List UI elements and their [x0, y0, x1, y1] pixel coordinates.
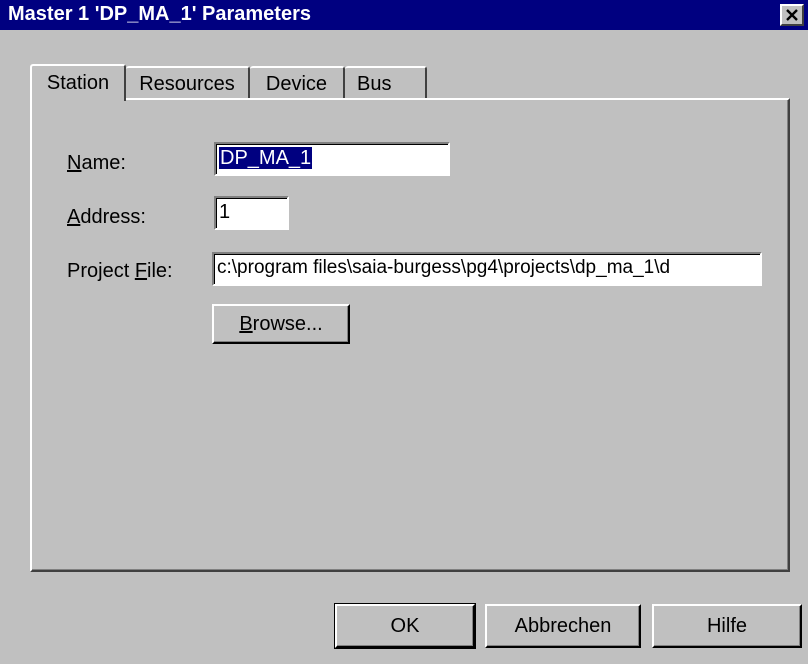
- window-title: Master 1 'DP_MA_1' Parameters: [8, 3, 311, 25]
- address-value: 1: [219, 201, 231, 223]
- station-tab-panel: Name: DP_MA_1 Address: 1 Project File: c…: [30, 98, 790, 572]
- close-icon: [786, 9, 798, 21]
- ok-label: OK: [390, 614, 420, 637]
- browse-label: Browse...: [239, 312, 323, 335]
- project-file-value: c:\program files\saia-burgess\pg4\projec…: [217, 257, 671, 278]
- tab-station-label: Station: [46, 72, 110, 94]
- tab-bus[interactable]: Bus: [345, 66, 427, 100]
- name-label: Name:: [67, 152, 126, 174]
- tab-resources-label: Resources: [139, 72, 235, 95]
- name-value: DP_MA_1: [219, 147, 313, 169]
- close-button[interactable]: [780, 4, 804, 26]
- tab-station[interactable]: Station: [30, 64, 126, 101]
- tab-resources[interactable]: Resources: [126, 66, 250, 100]
- browse-button[interactable]: Browse...: [212, 304, 350, 344]
- name-field[interactable]: DP_MA_1: [214, 142, 450, 176]
- help-button[interactable]: Hilfe: [652, 604, 802, 648]
- tab-device[interactable]: Device: [250, 66, 345, 100]
- ok-button[interactable]: OK: [334, 603, 476, 649]
- address-field[interactable]: 1: [214, 196, 289, 230]
- cancel-label: Abbrechen: [514, 614, 612, 637]
- project-file-label: Project File:: [67, 260, 173, 282]
- parameters-dialog: Master 1 'DP_MA_1' Parameters Station Re…: [0, 0, 808, 664]
- address-label: Address:: [67, 206, 146, 228]
- tab-device-label: Device: [265, 72, 328, 95]
- title-bar[interactable]: Master 1 'DP_MA_1' Parameters: [0, 0, 808, 30]
- project-file-field[interactable]: c:\program files\saia-burgess\pg4\projec…: [212, 252, 762, 286]
- help-label: Hilfe: [706, 614, 747, 637]
- cancel-button[interactable]: Abbrechen: [485, 604, 641, 648]
- tab-bus-label: Bus: [357, 72, 392, 95]
